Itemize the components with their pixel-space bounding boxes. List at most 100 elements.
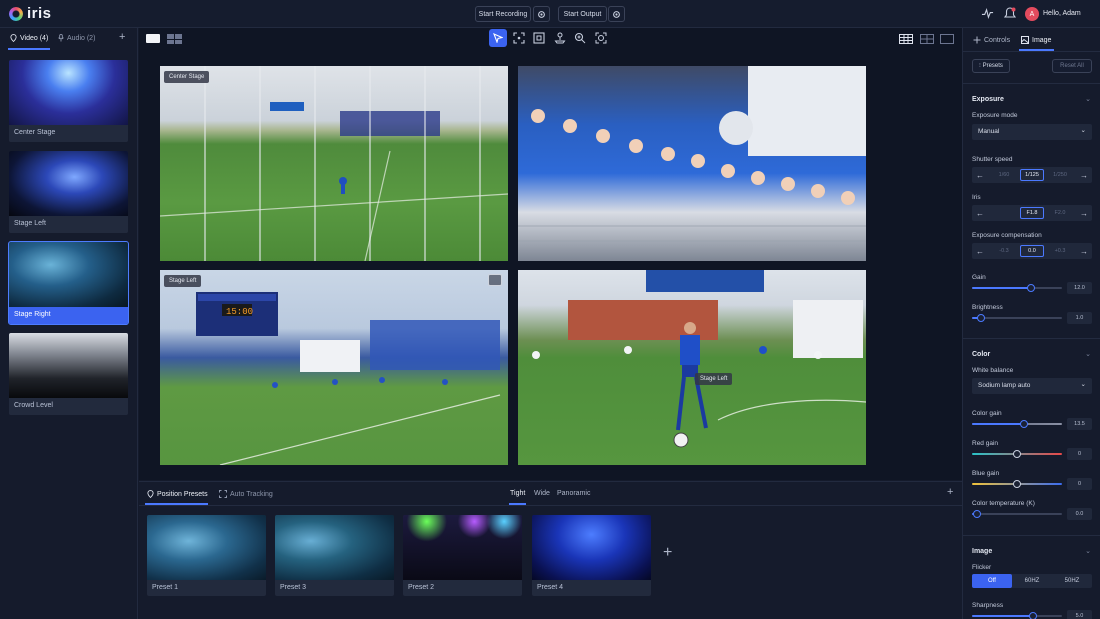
pointer-tool-button[interactable] — [489, 29, 507, 47]
video-feed-3[interactable]: 15:00 — [160, 270, 508, 465]
blue-gain-value[interactable]: 0 — [1067, 478, 1092, 490]
iris-next: F2.0 — [1054, 210, 1066, 216]
shutter-speed-stepper[interactable]: ← 1/60 1/125 1/250 → — [972, 167, 1092, 183]
activity-icon[interactable] — [981, 7, 994, 22]
preset-card-4[interactable]: Preset 4 — [532, 515, 651, 596]
exposure-section-title[interactable]: Exposure — [972, 96, 1004, 103]
gain-value[interactable]: 12.0 — [1067, 282, 1092, 294]
source-center-stage[interactable]: Center Stage — [9, 60, 128, 142]
arrow-left-icon[interactable]: ← — [972, 171, 988, 180]
divider — [963, 51, 1100, 52]
sharpness-label: Sharpness — [972, 602, 1004, 609]
chevron-down-icon[interactable]: ⌄ — [1085, 95, 1091, 103]
iris-stepper[interactable]: ← F1.8 F2.0 → — [972, 205, 1092, 221]
red-gain-value[interactable]: 0 — [1067, 448, 1092, 460]
video-tag-center-stage: Center Stage — [164, 71, 210, 83]
arrow-left-icon[interactable]: ← — [972, 209, 988, 218]
preset-thumbnail — [532, 515, 651, 580]
single-view-icon[interactable] — [146, 34, 160, 43]
iris-label: Iris — [972, 194, 981, 201]
source-thumbnail — [9, 60, 128, 125]
crop-icon[interactable] — [533, 32, 545, 46]
add-source-plus-icon[interactable]: + — [119, 31, 125, 43]
source-thumbnail — [9, 333, 128, 398]
video-feed-2[interactable] — [518, 66, 866, 261]
color-gain-value[interactable]: 13.5 — [1067, 418, 1092, 430]
exposure-compensation-stepper[interactable]: ← -0.3 0.0 +0.3 → — [972, 243, 1092, 259]
source-stage-left[interactable]: Stage Left — [9, 151, 128, 233]
add-preset-tab-plus-icon[interactable]: + — [947, 486, 953, 498]
sharpness-value[interactable]: 5.0 — [1067, 610, 1092, 619]
arrow-right-icon[interactable]: → — [1076, 209, 1092, 218]
video-feed-4[interactable] — [518, 270, 866, 465]
color-temperature-slider[interactable] — [972, 510, 1062, 518]
zoom-icon[interactable] — [574, 32, 586, 46]
reset-all-button[interactable]: Reset All — [1052, 59, 1092, 73]
arrow-right-icon[interactable]: → — [1076, 247, 1092, 256]
color-gain-slider[interactable] — [972, 420, 1062, 428]
avatar[interactable]: A — [1025, 7, 1039, 21]
source-crowd-level[interactable]: Crowd Level — [9, 333, 128, 415]
settings-panel: Controls Image ⫶ Presets Reset All Expos… — [962, 28, 1100, 619]
flicker-50hz-option[interactable]: 50HZ — [1052, 574, 1092, 588]
face-tracking-icon[interactable] — [595, 32, 607, 46]
joystick-icon[interactable] — [554, 32, 566, 46]
exposure-mode-select[interactable]: Manual ⌄ — [972, 124, 1092, 140]
video-feed-1[interactable] — [160, 66, 508, 261]
source-stage-right[interactable]: Stage Right — [8, 241, 129, 325]
app-logo[interactable]: iris — [9, 5, 52, 22]
tab-label: Image — [1032, 36, 1052, 44]
output-settings-gear-icon[interactable] — [608, 6, 625, 22]
flicker-60hz-option[interactable]: 60HZ — [1012, 574, 1052, 588]
focus-area-icon[interactable] — [513, 32, 525, 46]
layout-grid-icon[interactable] — [899, 34, 913, 46]
preset-card-1[interactable]: Preset 1 — [147, 515, 266, 596]
blue-gain-slider[interactable] — [972, 480, 1062, 488]
viewer-area: Center Stage 15:00 Stage Left Stage Left — [139, 28, 962, 480]
recording-settings-gear-icon[interactable] — [533, 6, 550, 22]
tab-audio[interactable]: Audio (2) — [58, 34, 95, 42]
start-recording-button[interactable]: Start Recording — [475, 6, 531, 22]
preset-label: Preset 3 — [280, 584, 307, 591]
chevron-down-icon[interactable]: ⌄ — [1085, 350, 1091, 358]
image-section-title[interactable]: Image — [972, 548, 992, 555]
chevron-down-icon[interactable]: ⌄ — [1085, 547, 1091, 555]
divider — [963, 535, 1100, 536]
zoom-tab-tight[interactable]: Tight — [510, 490, 525, 497]
grid-view-icon[interactable] — [167, 34, 182, 44]
tab-position-presets[interactable]: Position Presets — [147, 490, 208, 498]
divider — [139, 505, 962, 506]
white-balance-select[interactable]: Sodium lamp auto ⌄ — [972, 378, 1092, 394]
arrow-right-icon[interactable]: → — [1076, 171, 1092, 180]
flicker-label: Flicker — [972, 564, 992, 571]
shutter-current: 1/125 — [1020, 169, 1044, 181]
gain-slider[interactable] — [972, 284, 1062, 292]
zoom-tab-panoramic[interactable]: Panoramic — [557, 490, 590, 497]
sharpness-slider[interactable] — [972, 612, 1062, 619]
tab-auto-tracking[interactable]: Auto Tracking — [219, 490, 273, 498]
brightness-label: Brightness — [972, 304, 1003, 311]
tab-image[interactable]: Image — [1021, 36, 1051, 44]
exposure-compensation-label: Exposure compensation — [972, 232, 1042, 239]
layout-quad-icon[interactable] — [920, 34, 934, 46]
notification-bell-icon[interactable] — [1003, 7, 1017, 22]
red-gain-slider[interactable] — [972, 450, 1062, 458]
brightness-slider[interactable] — [972, 314, 1062, 322]
color-temperature-value[interactable]: 0.0 — [1067, 508, 1092, 520]
brightness-value[interactable]: 1.0 — [1067, 312, 1092, 324]
presets-button[interactable]: ⫶ Presets — [972, 59, 1010, 73]
sources-panel: Video (4) Audio (2) + Center Stage Stage… — [0, 28, 138, 619]
preset-card-3[interactable]: Preset 3 — [275, 515, 394, 596]
preset-card-2[interactable]: Preset 2 — [403, 515, 522, 596]
tab-controls[interactable]: Controls — [973, 36, 1010, 44]
flicker-off-option[interactable]: Off — [972, 574, 1012, 588]
layout-single-icon[interactable] — [940, 34, 954, 46]
arrow-left-icon[interactable]: ← — [972, 247, 988, 256]
tab-video[interactable]: Video (4) — [10, 34, 48, 42]
start-output-button[interactable]: Start Output — [558, 6, 607, 22]
move-icon — [973, 36, 981, 44]
color-section-title[interactable]: Color — [972, 351, 990, 358]
camera-snapshot-icon[interactable] — [488, 274, 502, 286]
zoom-tab-wide[interactable]: Wide — [534, 490, 550, 497]
add-preset-plus-icon[interactable]: + — [663, 544, 672, 562]
